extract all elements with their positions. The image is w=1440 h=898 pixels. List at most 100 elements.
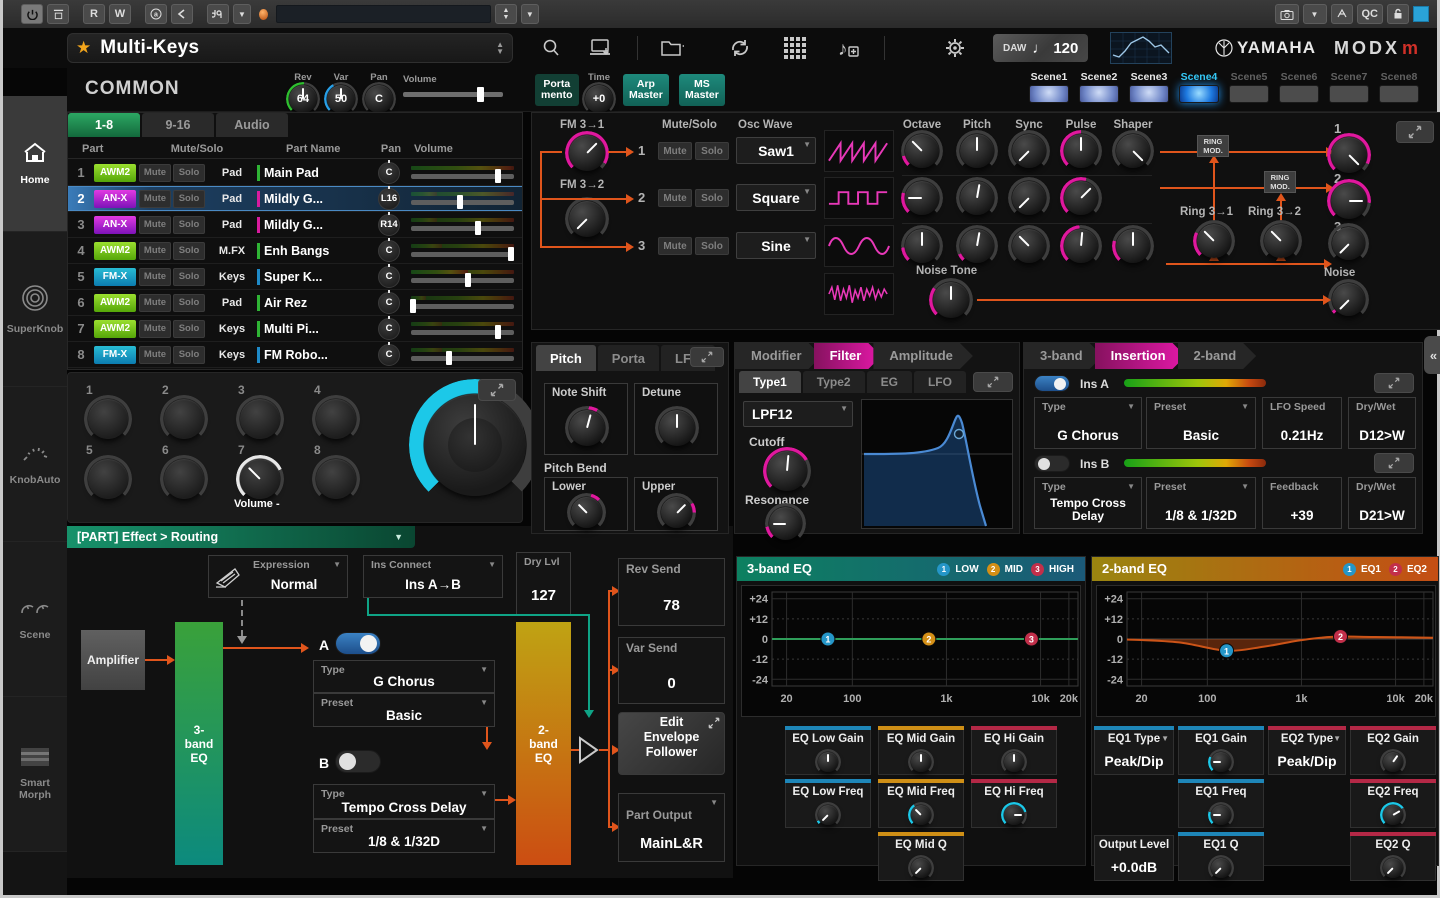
osc1-octave-knob[interactable] [905,134,939,168]
assignable-knob-4[interactable] [316,399,356,439]
tab-type1[interactable]: Type1 [739,371,801,393]
tab-modifier[interactable]: Modifier [735,343,822,369]
part-row-3[interactable]: 3AN-XMuteSoloPadMildly G...R14 [68,212,522,238]
routing-header[interactable]: [PART] Effect > Routing▼ [67,526,415,548]
var-send-field[interactable]: Var Send 0 [618,637,725,704]
window-color-swatch[interactable] [1413,6,1429,22]
fm-3-1-knob[interactable] [569,135,605,171]
part-row-7[interactable]: 7AWM2MuteSoloKeysMulti Pi...C [68,316,522,342]
scene-pad[interactable] [1129,85,1169,103]
eq1-freq-knob[interactable] [1211,805,1231,825]
store-to-device-button[interactable] [589,38,613,58]
osc1-wave-select[interactable]: Saw1▼ [736,137,816,164]
tab-insertion[interactable]: Insertion [1095,343,1186,369]
osc3-shaper-knob[interactable] [1116,229,1150,263]
fx-a-preset-select[interactable]: Preset▼ Basic [313,693,495,727]
ins-b-dry-wet-field[interactable]: Dry/WetD21>W [1348,477,1416,529]
routing-2band-eq-block[interactable]: 2-band EQ [516,622,571,865]
qc-button[interactable]: QC [1357,4,1384,24]
ins-a-toggle[interactable] [1034,375,1070,392]
arp-utility-button[interactable]: ♪ [836,36,860,60]
volume-slider-handle[interactable] [495,169,501,183]
panel-collapse-button[interactable]: « [1424,336,1440,374]
pan-knob[interactable]: C [378,240,400,262]
osc1-shaper-knob[interactable] [1116,134,1150,168]
library-grid-button[interactable] [784,37,806,59]
part-tab-1-8[interactable]: 1-8 [68,113,140,137]
pan-knob[interactable]: C [378,292,400,314]
eq1-gain-knob[interactable] [1211,752,1231,772]
prev-button[interactable] [171,4,193,24]
routing-3band-eq-block[interactable]: 3-band EQ [175,622,223,865]
eq-hi-freq-knob[interactable] [1004,805,1024,825]
scene-pad[interactable] [1329,85,1369,103]
scene-button-6[interactable]: Scene6 [1279,71,1319,103]
expression-select[interactable]: Expression▼ Normal [208,555,348,598]
pitch-expand-button[interactable] [690,347,724,367]
volume-slider[interactable] [411,200,514,205]
scene-button-8[interactable]: Scene8 [1379,71,1419,103]
settings-button[interactable] [943,36,967,60]
eq-low-gain-knob[interactable] [818,752,838,772]
common-volume-slider[interactable] [403,92,503,97]
ins-b-feedback-field[interactable]: Feedback+39 [1262,477,1342,529]
volume-slider[interactable] [411,226,514,231]
rev-send-field[interactable]: Rev Send 78 [618,558,725,626]
favorite-star-icon[interactable]: ★ [76,38,91,58]
volume-slider-handle[interactable] [446,351,452,365]
ins-a-toggle[interactable] [335,632,381,655]
volume-slider-handle[interactable] [508,247,514,261]
eq-low-gain-knob-tile[interactable]: EQ Low Gain [785,729,871,775]
assignable-knob-8[interactable] [316,459,356,499]
assignable-knob-5[interactable] [88,459,128,499]
eq2-q-knob[interactable] [1383,858,1403,878]
circle-a-button[interactable]: a [145,4,167,24]
dry-level-field[interactable]: Dry Lvl 127 [516,552,571,616]
switch-button[interactable] [207,4,229,24]
patch-selector[interactable]: ★ Multi-Keys ▲▼ [67,33,513,63]
osc1-solo-button[interactable]: Solo [695,142,729,160]
pb-upper-knob[interactable] [661,497,692,528]
common-rev-knob[interactable]: 64 [289,85,317,113]
scene-pad[interactable] [1379,85,1419,103]
compare-button[interactable] [1331,4,1353,24]
filter-expand-button[interactable] [973,372,1013,392]
volume-slider[interactable] [411,304,514,309]
ins-b-preset-field[interactable]: Preset▼1/8 & 1/32D [1146,477,1256,529]
power-button[interactable] [21,4,43,24]
part-row-8[interactable]: 8FM-XMuteSoloKeysFM Robo...C [68,342,522,368]
search-button[interactable] [541,38,561,58]
tab-porta[interactable]: Porta [598,345,659,371]
pb-lower-box[interactable]: Lower [544,477,628,531]
part-output-select[interactable]: Part Output▼ MainL&R [618,793,725,862]
eq1-gain-knob-tile[interactable]: EQ1 Gain [1178,729,1264,775]
part-tab-9-16[interactable]: 9-16 [142,113,214,137]
eq1-q-knob-tile[interactable]: EQ1 Q [1178,835,1264,881]
solo-button[interactable]: Solo [173,164,205,182]
sidebar-item-home[interactable]: Home [3,96,67,232]
mute-button[interactable]: Mute [139,294,171,312]
switch-dropdown[interactable]: ▼ [233,4,251,24]
osc2-sync-knob[interactable] [1012,181,1046,215]
osc3-pulse-knob[interactable] [1064,229,1098,263]
preset-dropdown[interactable]: ▼ [521,4,539,24]
sidebar-item-scene[interactable]: Scene [3,542,67,697]
volume-slider-handle[interactable] [410,299,416,313]
eq-mid-freq-knob-tile[interactable]: EQ Mid Freq [878,782,964,828]
lock-button[interactable] [1387,4,1409,24]
fm-3-2-knob[interactable] [569,201,605,237]
pan-knob[interactable]: C [378,266,400,288]
assignable-knob-2[interactable] [164,399,204,439]
osc3-pitch-knob[interactable] [960,229,994,263]
osc3-mute-button[interactable]: Mute [658,237,692,255]
eq-mid-q-knob-tile[interactable]: EQ Mid Q [878,835,964,881]
sidebar-item-smart-morph[interactable]: Smart Morph [3,697,67,852]
ring-3-1-knob[interactable] [1197,224,1231,258]
solo-button[interactable]: Solo [173,190,205,208]
ins-a-dry-wet-field[interactable]: Dry/WetD12>W [1348,397,1416,449]
solo-button[interactable]: Solo [173,268,205,286]
mute-button[interactable]: Mute [139,320,171,338]
eq-hi-gain-knob[interactable] [1004,752,1024,772]
patch-spinner[interactable]: ▲▼ [496,41,504,55]
solo-button[interactable]: Solo [173,346,205,364]
